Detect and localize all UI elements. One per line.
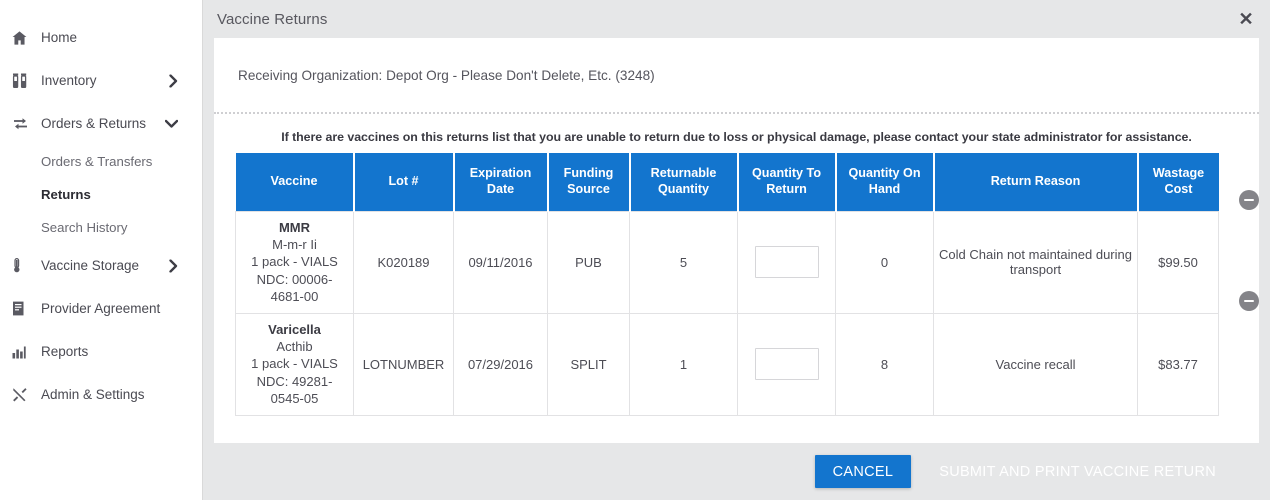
tools-icon — [12, 387, 34, 402]
sidebar: Home Inventory Orders & Returns Orders &… — [0, 0, 203, 500]
chevron-right-icon[interactable] — [169, 259, 178, 272]
cell-expiration-date: 07/29/2016 — [453, 312, 548, 416]
cell-quantity-on-hand: 0 — [835, 210, 934, 314]
app-root: Home Inventory Orders & Returns Orders &… — [0, 0, 1270, 500]
bar-chart-icon — [12, 345, 34, 359]
sidebar-item-orders-returns[interactable]: Orders & Returns — [0, 102, 202, 145]
sidebar-item-label: Admin & Settings — [41, 387, 145, 402]
cell-return-reason: Vaccine recall — [933, 312, 1138, 416]
cell-return-reason: Cold Chain not maintained during transpo… — [933, 210, 1138, 314]
column-header-returnable-quantity: Returnable Quantity — [629, 153, 739, 211]
sidebar-item-label: Vaccine Storage — [41, 258, 140, 273]
thermometer-icon — [12, 258, 34, 273]
vaccine-name: MMR — [278, 219, 311, 235]
close-icon[interactable]: ✕ — [1233, 6, 1259, 32]
quantity-to-return-input[interactable] — [754, 348, 819, 380]
sidebar-item-inventory[interactable]: Inventory — [0, 59, 202, 102]
modal-footer: CANCEL SUBMIT AND PRINT VACCINE RETURN — [214, 443, 1259, 500]
cell-funding-source: SPLIT — [547, 312, 630, 416]
cell-lot: LOTNUMBER — [353, 312, 454, 416]
sidebar-subitem-returns[interactable]: Returns — [0, 178, 202, 211]
chevron-right-icon[interactable] — [169, 74, 178, 87]
cancel-button[interactable]: CANCEL — [814, 455, 912, 488]
vaccine-pack: 1 pack - VIALS — [251, 356, 338, 372]
remove-row-wrap — [1229, 190, 1259, 210]
exchange-arrows-icon — [12, 117, 34, 131]
sidebar-subitem-label: Search History — [41, 220, 128, 235]
cell-wastage-cost: $83.77 — [1137, 312, 1219, 416]
sidebar-subitem-label: Returns — [41, 187, 91, 202]
table-header-row: Vaccine Lot # Expiration Date Funding So… — [235, 153, 1219, 211]
cell-vaccine: Varicella Acthib 1 pack - VIALS NDC: 492… — [235, 312, 354, 416]
cell-returnable-quantity: 1 — [629, 312, 738, 416]
sidebar-item-home[interactable]: Home — [0, 16, 202, 59]
cell-expiration-date: 09/11/2016 — [453, 210, 548, 314]
quantity-to-return-input[interactable] — [754, 246, 819, 278]
sidebar-item-provider-agreement[interactable]: Provider Agreement — [0, 287, 202, 330]
document-icon — [12, 301, 34, 316]
column-header-lot: Lot # — [353, 153, 455, 211]
modal-header: Vaccine Returns ✕ — [203, 0, 1270, 38]
sidebar-item-label: Provider Agreement — [41, 301, 161, 316]
sidebar-item-label: Reports — [41, 344, 89, 359]
sidebar-item-admin-settings[interactable]: Admin & Settings — [0, 373, 202, 416]
vials-icon — [12, 73, 34, 88]
cell-vaccine: MMR M-m-r Ii 1 pack - VIALS NDC: 00006-4… — [235, 210, 354, 314]
remove-row-wrap — [1229, 291, 1259, 311]
cell-lot: K020189 — [353, 210, 454, 314]
sidebar-subitem-orders-transfers[interactable]: Orders & Transfers — [0, 145, 202, 178]
column-header-return-reason: Return Reason — [933, 153, 1139, 211]
vaccine-pack: 1 pack - VIALS — [251, 254, 338, 270]
vaccine-name: Varicella — [268, 321, 321, 337]
cell-returnable-quantity: 5 — [629, 210, 738, 314]
vaccine-ndc: NDC: 49281-0545-05 — [256, 373, 333, 406]
modal-title: Vaccine Returns — [217, 10, 328, 28]
cell-wastage-cost: $99.50 — [1137, 210, 1219, 314]
cell-quantity-to-return — [737, 312, 836, 416]
column-header-vaccine: Vaccine — [235, 153, 355, 211]
cell-quantity-to-return — [737, 210, 836, 314]
receiving-organization-text: Receiving Organization: Depot Org - Plea… — [238, 67, 655, 83]
column-header-quantity-to-return: Quantity To Return — [737, 153, 837, 211]
vaccine-ndc: NDC: 00006-4681-00 — [256, 271, 333, 304]
column-header-expiration-date: Expiration Date — [453, 153, 549, 211]
column-header-quantity-on-hand: Quantity On Hand — [835, 153, 935, 211]
vaccine-brand: M-m-r Ii — [272, 237, 317, 253]
sidebar-item-label: Inventory — [41, 73, 97, 88]
cell-quantity-on-hand: 8 — [835, 312, 934, 416]
sidebar-item-label: Orders & Returns — [41, 116, 147, 131]
sidebar-subitem-search-history[interactable]: Search History — [0, 211, 202, 244]
sidebar-item-reports[interactable]: Reports — [0, 330, 202, 373]
chevron-down-icon[interactable] — [165, 119, 178, 128]
vaccine-brand: Acthib — [276, 339, 313, 355]
vaccine-returns-modal: Vaccine Returns ✕ Receiving Organization… — [203, 0, 1270, 500]
column-header-funding-source: Funding Source — [547, 153, 631, 211]
sidebar-item-vaccine-storage[interactable]: Vaccine Storage — [0, 244, 202, 287]
table-row: Varicella Acthib 1 pack - VIALS NDC: 492… — [235, 312, 1219, 416]
minus-circle-icon[interactable] — [1239, 291, 1259, 311]
table-row: MMR M-m-r Ii 1 pack - VIALS NDC: 00006-4… — [235, 210, 1219, 314]
column-header-wastage-cost: Wastage Cost — [1137, 153, 1219, 211]
sidebar-subitem-label: Orders & Transfers — [41, 154, 153, 169]
minus-circle-icon[interactable] — [1239, 190, 1259, 210]
returns-warning-message: If there are vaccines on this returns li… — [281, 130, 1192, 144]
cell-funding-source: PUB — [547, 210, 630, 314]
home-icon — [12, 30, 34, 45]
sidebar-item-label: Home — [41, 30, 78, 45]
receiving-organization: Receiving Organization: Depot Org - Plea… — [214, 38, 1259, 112]
returns-table-wrap: Vaccine Lot # Expiration Date Funding So… — [214, 153, 1259, 416]
submit-and-print-button[interactable]: SUBMIT AND PRINT VACCINE RETURN — [921, 455, 1234, 488]
vaccine-returns-table: Vaccine Lot # Expiration Date Funding So… — [235, 153, 1219, 416]
modal-body: Receiving Organization: Depot Org - Plea… — [214, 38, 1259, 443]
